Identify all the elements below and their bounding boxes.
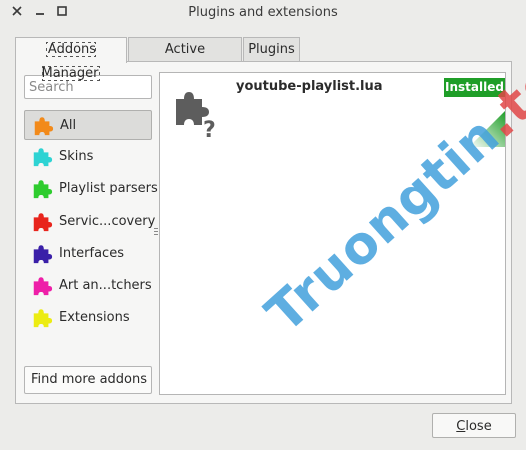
category-playlist-parsers[interactable]: Playlist parsers — [24, 174, 158, 204]
category-label: Skins — [59, 149, 94, 164]
close-button[interactable]: Close — [432, 413, 516, 438]
addon-name: youtube-playlist.lua — [236, 79, 383, 94]
category-label: Extensions — [59, 310, 130, 325]
puzzle-piece-icon — [33, 213, 53, 232]
category-all[interactable]: All — [24, 110, 152, 140]
tab-active-extensions[interactable]: Active Extensions — [128, 37, 242, 81]
puzzle-piece-icon — [33, 180, 53, 199]
puzzle-piece-icon — [33, 245, 53, 264]
unknown-plugin-icon: ? — [176, 92, 216, 139]
window-title: Plugins and extensions — [188, 5, 338, 20]
category-label: Playlist parsers — [59, 181, 158, 196]
puzzle-piece-icon — [34, 117, 54, 136]
puzzle-piece-icon — [33, 277, 53, 296]
close-label-mnemonic: C — [456, 419, 466, 434]
tab-label: Addons Manager — [41, 42, 101, 81]
tab-addons-manager[interactable]: Addons Manager — [15, 37, 127, 81]
puzzle-piece-icon — [33, 309, 53, 328]
close-label-rest: lose — [465, 419, 492, 434]
category-art-and-metadata-fetchers[interactable]: Art an...tchers — [24, 271, 152, 301]
svg-text:?: ? — [203, 118, 216, 139]
category-label: All — [60, 118, 77, 133]
category-label: Servic...covery — [59, 214, 156, 229]
category-interfaces[interactable]: Interfaces — [24, 239, 152, 269]
addon-list-item[interactable]: ? youtube-playlist.lua Installed — [160, 73, 505, 147]
category-skins[interactable]: Skins — [24, 142, 152, 172]
addon-corner-gradient — [469, 111, 505, 147]
category-extensions[interactable]: Extensions — [24, 303, 152, 333]
category-service-discovery[interactable]: Servic...covery — [24, 207, 156, 237]
category-label: Art an...tchers — [59, 278, 152, 293]
find-more-addons-button[interactable]: Find more addons onl — [24, 366, 152, 394]
installed-badge: Installed — [444, 78, 505, 97]
tab-label: Plugins — [248, 42, 295, 57]
tab-plugins[interactable]: Plugins — [243, 37, 300, 61]
category-label: Interfaces — [59, 246, 124, 261]
puzzle-piece-icon — [33, 148, 53, 167]
title-bar: Plugins and extensions — [0, 0, 526, 26]
